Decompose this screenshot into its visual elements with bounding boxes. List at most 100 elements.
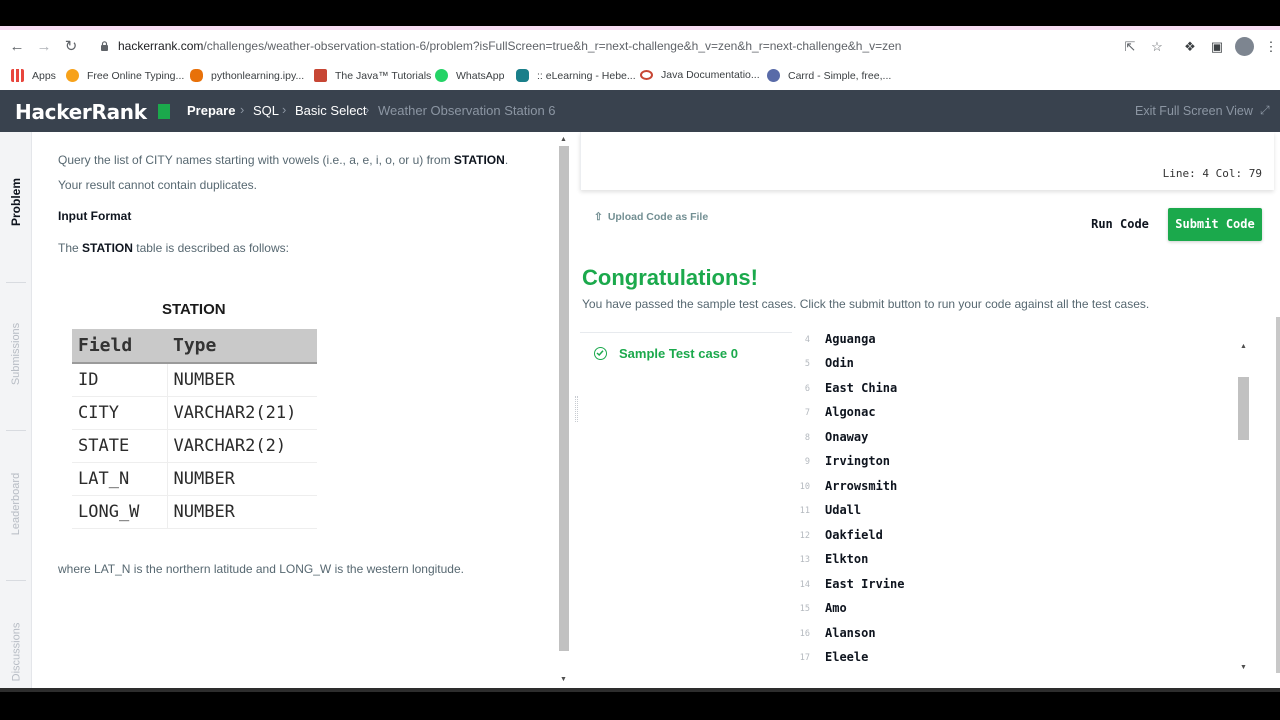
- hackerrank-logo[interactable]: HackerRank: [15, 100, 147, 124]
- screen: ← → ↻ hackerrank.com/challenges/weather-…: [0, 0, 1280, 720]
- header-type: Type: [167, 329, 317, 364]
- text: Query the list of CITY names starting wi…: [58, 153, 454, 167]
- reload-icon[interactable]: ↻: [62, 38, 80, 56]
- submit-code-button[interactable]: Submit Code: [1168, 208, 1262, 241]
- oracle-ring-icon: [640, 70, 653, 80]
- divider: [6, 430, 26, 431]
- output-scroll-down-icon[interactable]: ▼: [1240, 664, 1247, 671]
- output-value: Irvington: [825, 454, 891, 468]
- challenge-page: Problem Submissions Leaderboard Discussi…: [0, 132, 1280, 688]
- os-bottom-bar: [0, 688, 1280, 720]
- output-line: 14 East Irvine: [792, 574, 1222, 598]
- run-code-button[interactable]: Run Code: [1082, 209, 1158, 240]
- output-scroll-up-icon[interactable]: ▲: [1240, 343, 1247, 350]
- url-host: hackerrank.com: [118, 39, 204, 53]
- bookmark-java-docs[interactable]: Java Documentatio...: [640, 69, 760, 81]
- breadcrumb-basic-select[interactable]: Basic Select: [295, 103, 367, 118]
- carrd-icon: [767, 69, 780, 82]
- hackerrank-header: HackerRank Prepare › SQL › Basic Select …: [0, 90, 1280, 132]
- chevron-right-icon: ›: [240, 102, 245, 117]
- divider: [6, 282, 26, 283]
- exit-full-screen-link[interactable]: Exit Full Screen View: [1135, 104, 1253, 118]
- tab-submissions[interactable]: Submissions: [0, 304, 32, 404]
- chevron-right-icon: ›: [282, 102, 287, 117]
- upload-icon: ⇧: [594, 211, 603, 223]
- taskbar-edge: [0, 688, 1280, 692]
- cell-field: LONG_W: [72, 495, 168, 529]
- scroll-down-arrow-icon[interactable]: ▼: [560, 676, 567, 683]
- bookmark-carrd[interactable]: Carrd - Simple, free,...: [767, 69, 891, 82]
- back-arrow-icon[interactable]: ←: [8, 38, 26, 56]
- profile-avatar[interactable]: [1235, 37, 1254, 56]
- output-line: 16 Alanson: [792, 623, 1222, 647]
- table-row: LAT_N NUMBER: [72, 462, 317, 496]
- cell-type: NUMBER: [167, 495, 317, 529]
- bookmark-java-tutorials[interactable]: The Java™ Tutorials: [314, 69, 431, 82]
- drag-handle-icon[interactable]: [575, 396, 578, 422]
- bookmarks-bar: Apps Free Online Typing... pythonlearnin…: [0, 63, 1280, 90]
- scroll-up-arrow-icon[interactable]: ▲: [560, 136, 567, 143]
- collapse-icon[interactable]: ⤢: [1260, 103, 1270, 118]
- menu-kebab-icon[interactable]: ⋮: [1262, 38, 1280, 56]
- output-line: 8 Onaway: [792, 427, 1222, 451]
- upload-code-button[interactable]: ⇧ Upload Code as File: [594, 211, 708, 223]
- bookmark-label: Apps: [32, 69, 56, 82]
- table-row: LONG_W NUMBER: [72, 495, 317, 529]
- test-case-item[interactable]: Sample Test case 0: [594, 346, 738, 361]
- logo-mark: [158, 104, 170, 119]
- panel-splitter[interactable]: ▲ ▼: [557, 132, 580, 688]
- line-number: 9: [804, 457, 810, 467]
- table-title: STATION: [162, 301, 226, 318]
- line-number: 14: [799, 580, 810, 590]
- problem-statement: Query the list of CITY names starting wi…: [32, 132, 557, 688]
- cell-type: VARCHAR2(2): [167, 429, 317, 463]
- tab-label: Submissions: [10, 322, 23, 386]
- output-line: 6 East China: [792, 378, 1222, 402]
- bookmark-colab[interactable]: pythonlearning.ipy...: [190, 69, 304, 82]
- star-icon[interactable]: ☆: [1148, 38, 1166, 56]
- side-tabs: Problem Submissions Leaderboard Discussi…: [0, 132, 32, 688]
- output-value: East Irvine: [825, 577, 905, 591]
- address-row: ← → ↻ hackerrank.com/challenges/weather-…: [0, 30, 1280, 63]
- table-row: CITY VARCHAR2(21): [72, 396, 317, 430]
- line-number: 15: [799, 604, 810, 614]
- cell-type: VARCHAR2(21): [167, 396, 317, 430]
- bookmark-label: Carrd - Simple, free,...: [788, 69, 892, 82]
- problem-scrollbar[interactable]: [559, 146, 569, 651]
- output-scrollbar[interactable]: [1238, 377, 1249, 440]
- output-line: 10 Arrowsmith: [792, 476, 1222, 500]
- extensions-puzzle-icon[interactable]: ❖: [1181, 38, 1199, 56]
- cell-type: NUMBER: [167, 363, 317, 397]
- problem-footer: where LAT_N is the northern latitude and…: [58, 562, 464, 576]
- bookmark-label: The Java™ Tutorials: [335, 69, 432, 82]
- line-number: 6: [804, 384, 810, 394]
- forward-arrow-icon[interactable]: →: [35, 38, 53, 56]
- page-scrollbar[interactable]: [1276, 317, 1280, 673]
- tab-search-icon[interactable]: ▣: [1208, 38, 1226, 56]
- breadcrumb-sql[interactable]: SQL: [253, 103, 279, 118]
- output-line: 5 Odin: [792, 353, 1222, 377]
- url-path: /challenges/weather-observation-station-…: [203, 39, 902, 53]
- line-number: 7: [804, 408, 810, 418]
- table-row: STATE VARCHAR2(2): [72, 429, 317, 463]
- output-value: Amo: [825, 601, 847, 615]
- cursor-position: Line: 4 Col: 79: [1162, 167, 1262, 180]
- code-editor[interactable]: Line: 4 Col: 79: [580, 132, 1274, 190]
- bookmark-apps[interactable]: Apps: [11, 69, 56, 82]
- bookmark-typing[interactable]: Free Online Typing...: [66, 69, 184, 82]
- line-number: 13: [799, 555, 810, 565]
- tab-discussions[interactable]: Discussions: [0, 602, 32, 688]
- bookmark-whatsapp[interactable]: WhatsApp: [435, 69, 504, 82]
- address-bar[interactable]: hackerrank.com/challenges/weather-observ…: [118, 39, 901, 53]
- divider: [6, 580, 26, 581]
- check-circle-icon: [594, 347, 607, 360]
- tab-problem[interactable]: Problem: [0, 152, 32, 252]
- lock-icon[interactable]: [100, 41, 109, 51]
- share-icon[interactable]: ⇱: [1121, 38, 1139, 56]
- cell-type: NUMBER: [167, 462, 317, 496]
- breadcrumb-prepare[interactable]: Prepare: [187, 103, 235, 118]
- station-table: Field Type ID NUMBER CITY VARCHAR2(21) STA…: [72, 329, 317, 529]
- output-line: 17 Eleele: [792, 647, 1222, 671]
- bookmark-elearning[interactable]: :: eLearning - Hebe...: [516, 69, 636, 82]
- tab-leaderboard[interactable]: Leaderboard: [0, 454, 32, 554]
